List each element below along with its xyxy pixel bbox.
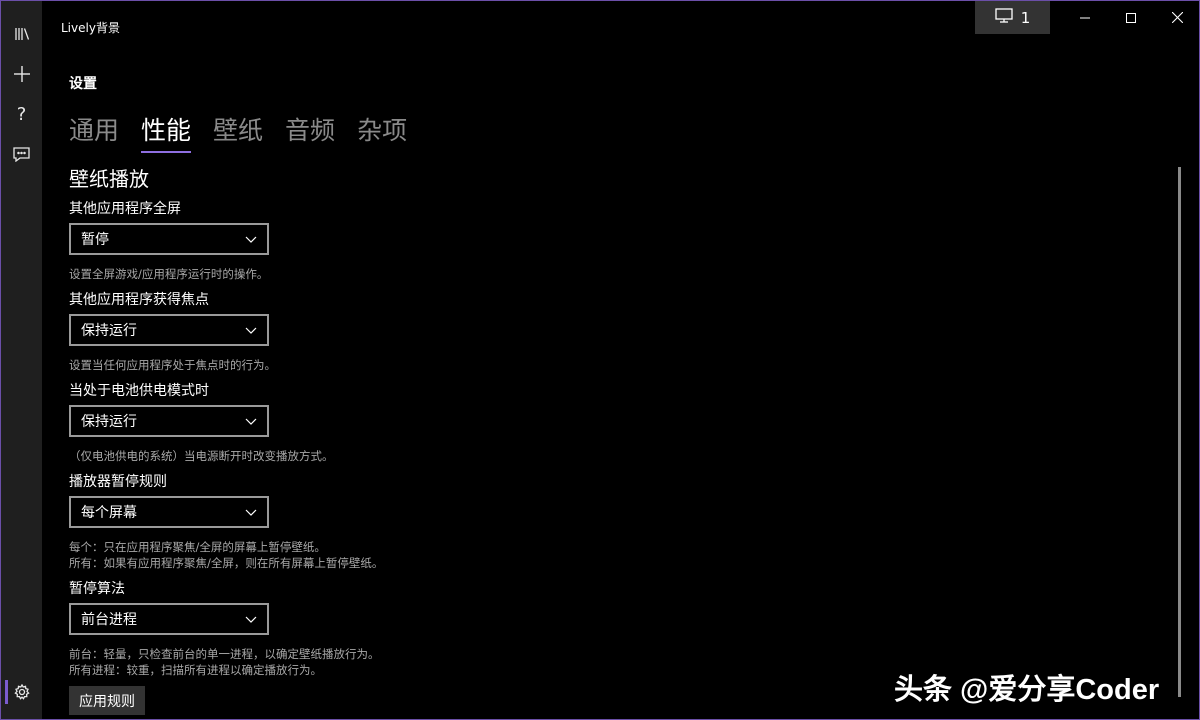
setting-pause-rule: 播放器暂停规则 每个屏幕 每个：只在应用程序聚焦/全屏的屏幕上暂停壁纸。 所有：… bbox=[69, 473, 383, 571]
description-line: 设置当任何应用程序处于焦点时的行为。 bbox=[69, 358, 276, 372]
chevron-down-icon bbox=[245, 236, 257, 243]
sidebar: ? bbox=[1, 1, 42, 719]
maximize-button[interactable] bbox=[1108, 1, 1154, 34]
watermark: 头条 @爱分享Coder bbox=[894, 674, 1160, 706]
setting-pause-algorithm: 暂停算法 前台进程 前台：轻量，只检查前台的单一进程，以确定壁纸播放行为。 所有… bbox=[69, 580, 380, 678]
tab-performance[interactable]: 性能 bbox=[141, 111, 192, 153]
monitor-select-button[interactable]: 1 bbox=[975, 1, 1050, 34]
chevron-down-icon bbox=[245, 509, 257, 516]
apply-rules-button[interactable]: 应用规则 bbox=[69, 686, 145, 715]
settings-tabs: 通用 性能 壁纸 音频 杂项 bbox=[69, 111, 407, 153]
page-title: 设置 bbox=[69, 76, 97, 92]
chevron-down-icon bbox=[245, 616, 257, 623]
description-line: 每个：只在应用程序聚焦/全屏的屏幕上暂停壁纸。 bbox=[69, 540, 326, 554]
help-icon[interactable]: ? bbox=[1, 94, 42, 134]
description-line: 所有：如果有应用程序聚焦/全屏，则在所有屏幕上暂停壁纸。 bbox=[69, 556, 384, 570]
description-line: 设置全屏游戏/应用程序运行时的操作。 bbox=[69, 267, 269, 281]
setting-fullscreen: 其他应用程序全屏 暂停 设置全屏游戏/应用程序运行时的操作。 bbox=[69, 200, 269, 282]
description-line: （仅电池供电的系统）当电源断开时改变播放方式。 bbox=[69, 449, 334, 463]
add-icon[interactable] bbox=[1, 54, 42, 94]
minimize-icon bbox=[1080, 17, 1090, 18]
setting-label: 当处于电池供电模式时 bbox=[69, 383, 209, 399]
setting-description: 设置全屏游戏/应用程序运行时的操作。 bbox=[69, 266, 269, 282]
setting-label: 播放器暂停规则 bbox=[69, 474, 167, 490]
monitor-icon bbox=[995, 8, 1013, 27]
description-line: 前台：轻量，只检查前台的单一进程，以确定壁纸播放行为。 bbox=[69, 647, 380, 661]
chevron-down-icon bbox=[245, 327, 257, 334]
setting-description: 每个：只在应用程序聚焦/全屏的屏幕上暂停壁纸。 所有：如果有应用程序聚焦/全屏，… bbox=[69, 539, 383, 571]
setting-label: 其他应用程序全屏 bbox=[69, 201, 181, 217]
setting-label: 其他应用程序获得焦点 bbox=[69, 292, 209, 308]
dropdown-value: 暂停 bbox=[81, 232, 109, 248]
battery-dropdown[interactable]: 保持运行 bbox=[69, 405, 269, 437]
library-icon[interactable] bbox=[1, 14, 42, 54]
setting-label: 暂停算法 bbox=[69, 581, 125, 597]
maximize-icon bbox=[1126, 12, 1136, 23]
chevron-down-icon bbox=[245, 418, 257, 425]
monitor-count: 1 bbox=[1020, 8, 1031, 27]
setting-description: （仅电池供电的系统）当电源断开时改变播放方式。 bbox=[69, 448, 334, 464]
section-title: 壁纸播放 bbox=[69, 167, 149, 191]
close-button[interactable] bbox=[1154, 1, 1199, 34]
pause-rule-dropdown[interactable]: 每个屏幕 bbox=[69, 496, 269, 528]
close-icon bbox=[1171, 12, 1183, 23]
focus-dropdown[interactable]: 保持运行 bbox=[69, 314, 269, 346]
dropdown-value: 前台进程 bbox=[81, 612, 137, 628]
scrollbar[interactable] bbox=[1178, 167, 1181, 697]
feedback-icon[interactable] bbox=[1, 134, 42, 174]
pause-algorithm-dropdown[interactable]: 前台进程 bbox=[69, 603, 269, 635]
tab-misc[interactable]: 杂项 bbox=[357, 111, 407, 153]
setting-description: 设置当任何应用程序处于焦点时的行为。 bbox=[69, 357, 276, 373]
app-window: ? Lively背景 1 设置 通用 性能 壁纸 音频 杂项 壁纸播放 其他应用… bbox=[0, 0, 1200, 720]
tab-audio[interactable]: 音频 bbox=[285, 111, 335, 153]
dropdown-value: 保持运行 bbox=[81, 323, 137, 339]
setting-battery: 当处于电池供电模式时 保持运行 （仅电池供电的系统）当电源断开时改变播放方式。 bbox=[69, 382, 334, 464]
setting-focus: 其他应用程序获得焦点 保持运行 设置当任何应用程序处于焦点时的行为。 bbox=[69, 291, 276, 373]
minimize-button[interactable] bbox=[1062, 1, 1108, 34]
tab-wallpaper[interactable]: 壁纸 bbox=[213, 111, 263, 153]
settings-icon[interactable] bbox=[1, 672, 42, 712]
description-line: 所有进程：较重，扫描所有进程以确定播放行为。 bbox=[69, 663, 322, 677]
dropdown-value: 每个屏幕 bbox=[81, 505, 137, 521]
dropdown-value: 保持运行 bbox=[81, 414, 137, 430]
app-title: Lively背景 bbox=[61, 21, 120, 35]
setting-description: 前台：轻量，只检查前台的单一进程，以确定壁纸播放行为。 所有进程：较重，扫描所有… bbox=[69, 646, 380, 678]
tab-general[interactable]: 通用 bbox=[69, 111, 119, 153]
fullscreen-dropdown[interactable]: 暂停 bbox=[69, 223, 269, 255]
